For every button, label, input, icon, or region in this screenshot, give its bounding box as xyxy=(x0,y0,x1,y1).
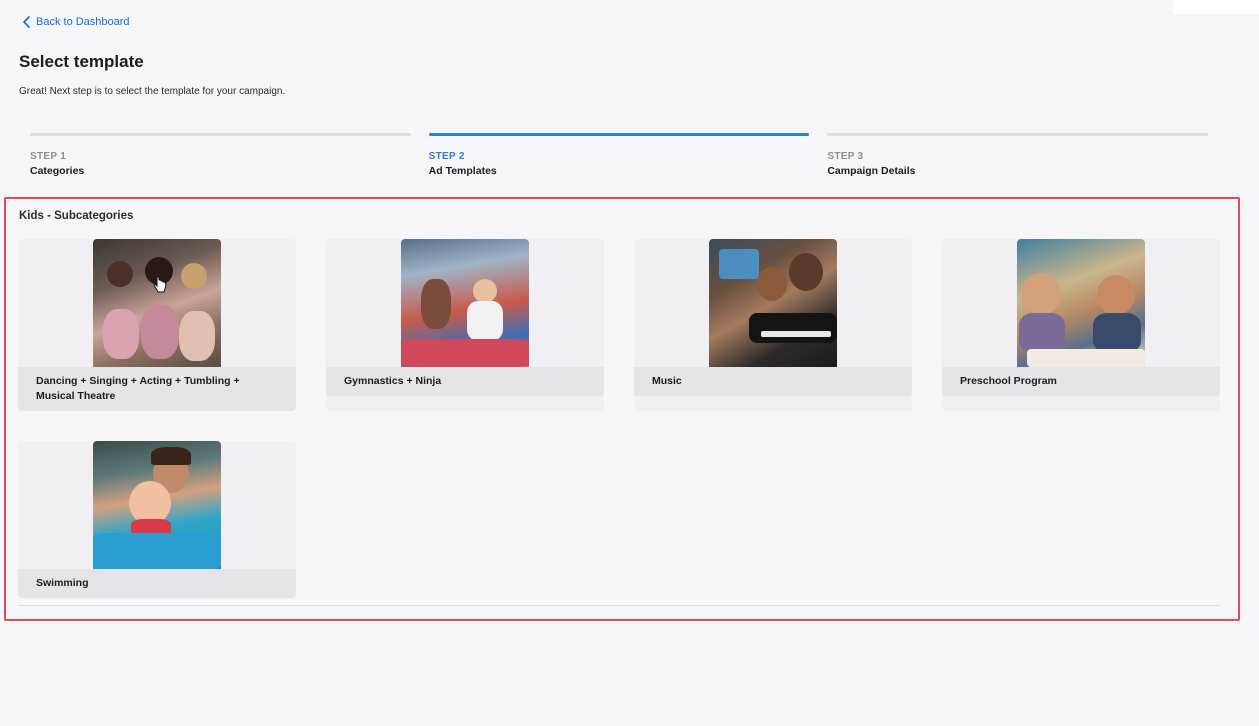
stepper: STEP 1 Categories STEP 2 Ad Templates ST… xyxy=(30,133,1209,177)
step-number: STEP 3 xyxy=(827,151,864,162)
section-divider xyxy=(18,605,1220,606)
back-link-label: Back to Dashboard xyxy=(36,16,130,28)
step-name: Ad Templates xyxy=(428,165,497,177)
card-label: Music xyxy=(634,367,912,396)
hand-cursor-icon xyxy=(153,276,167,293)
step-progress-bar xyxy=(428,133,810,136)
step-categories[interactable]: STEP 1 Categories xyxy=(30,133,411,177)
template-card-dancing[interactable]: Dancing + Singing + Acting + Tumbling + … xyxy=(18,239,296,411)
kids-piano-photo xyxy=(709,239,837,367)
page-title: Select template xyxy=(19,52,144,71)
step-campaign-details[interactable]: STEP 3 Campaign Details xyxy=(827,133,1209,177)
card-label: Preschool Program xyxy=(942,367,1220,396)
card-label: Swimming xyxy=(18,569,296,598)
section-title: Kids - Subcategories xyxy=(19,210,134,222)
template-card-preschool[interactable]: Preschool Program xyxy=(942,239,1220,411)
template-card-swimming[interactable]: Swimming xyxy=(18,441,296,598)
top-strip xyxy=(1173,0,1259,14)
step-ad-templates[interactable]: STEP 2 Ad Templates xyxy=(428,133,810,177)
step-progress-bar xyxy=(30,133,411,136)
kids-gymnastics-photo xyxy=(401,239,529,367)
step-name: Campaign Details xyxy=(827,165,916,177)
toddler-swimming-photo xyxy=(93,441,221,569)
back-to-dashboard-link[interactable]: Back to Dashboard xyxy=(22,16,130,28)
preschool-kids-photo xyxy=(1017,239,1145,367)
step-number: STEP 1 xyxy=(30,151,67,162)
chevron-left-icon xyxy=(23,16,30,28)
kids-dancing-photo xyxy=(93,239,221,367)
step-progress-bar xyxy=(827,133,1209,136)
template-grid: Dancing + Singing + Acting + Tumbling + … xyxy=(18,239,1220,598)
card-label: Gymnastics + Ninja xyxy=(326,367,604,396)
card-label: Dancing + Singing + Acting + Tumbling + … xyxy=(18,367,296,411)
page-subtitle: Great! Next step is to select the templa… xyxy=(19,86,286,97)
template-card-gymnastics[interactable]: Gymnastics + Ninja xyxy=(326,239,604,411)
step-name: Categories xyxy=(30,165,85,177)
template-card-music[interactable]: Music xyxy=(634,239,912,411)
step-number: STEP 2 xyxy=(428,151,465,162)
